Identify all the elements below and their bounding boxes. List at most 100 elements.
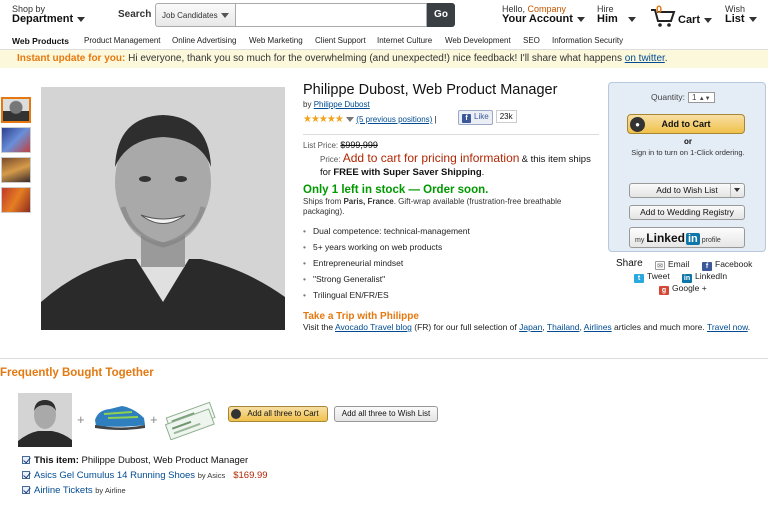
list-price-label: List Price: xyxy=(303,141,339,150)
price-label: Price: xyxy=(320,155,341,164)
nav-item-internet-culture[interactable]: Internet Culture xyxy=(377,36,432,45)
nav-item-client-support[interactable]: Client Support xyxy=(315,36,366,45)
japan-link[interactable]: Japan xyxy=(519,322,542,332)
reviews-link[interactable]: (5 previous positions) xyxy=(356,115,432,124)
like-label: Like xyxy=(474,112,489,121)
running-shoe-image[interactable] xyxy=(92,398,148,432)
author-link[interactable]: Philippe Dubost xyxy=(314,100,370,109)
go-button[interactable]: Go xyxy=(427,3,455,27)
travel-now-link[interactable]: Travel now xyxy=(707,322,748,332)
google-plus-icon: g xyxy=(659,286,669,295)
item-checkbox[interactable] xyxy=(22,456,30,464)
share-email[interactable]: ✉ Email xyxy=(655,259,689,270)
shop-by-department-menu[interactable]: Shop by Department xyxy=(12,4,86,25)
add-to-wish-list-button[interactable]: Add to Wish List xyxy=(629,183,745,198)
add-to-wedding-registry-button[interactable]: Add to Wedding Registry xyxy=(629,205,745,220)
banner-prefix: Instant update for you: xyxy=(17,53,126,64)
stock-status: Only 1 left in stock — Order soon. xyxy=(303,184,489,196)
facebook-icon: f xyxy=(462,114,471,123)
one-click-signin-text[interactable]: Sign in to turn on 1-Click ordering. xyxy=(609,148,767,157)
nav-item-online-advertising[interactable]: Online Advertising xyxy=(172,36,236,45)
hire-him-menu[interactable]: Hire Him xyxy=(597,4,636,25)
list-item: "Strong Generalist" xyxy=(303,274,599,284)
star-rating-icon[interactable]: ★★★★★ xyxy=(303,114,344,125)
or-label: or xyxy=(684,137,692,146)
nav-item-seo[interactable]: SEO xyxy=(523,36,540,45)
email-label: Email xyxy=(668,259,690,269)
search-category-value: Job Candidates xyxy=(162,11,218,20)
add-to-cart-label: Add to Cart xyxy=(661,119,711,129)
thumbnail-blue-photo[interactable] xyxy=(1,127,31,153)
thumbnail-street-photo[interactable] xyxy=(1,157,31,183)
trip-text: Visit the Avocado Travel blog (FR) for o… xyxy=(303,322,758,332)
list-item: Dual competence: technical-management xyxy=(303,226,599,236)
cart-label: Cart xyxy=(678,14,701,26)
nav-item-information-security[interactable]: Information Security xyxy=(552,36,623,45)
like-count: 23k xyxy=(495,110,517,123)
list-price-value: $999,999 xyxy=(340,140,378,150)
thumbnail-red-photo[interactable] xyxy=(1,187,31,213)
item-checkbox[interactable] xyxy=(22,486,30,494)
share-linkedin[interactable]: in LinkedIn xyxy=(682,271,727,283)
plus-sign: + xyxy=(77,412,85,427)
quantity-select[interactable]: 1 ▲▼ xyxy=(688,92,715,103)
nav-item-product-management[interactable]: Product Management xyxy=(84,36,161,45)
trip-mid: (FR) for our full selection of xyxy=(414,322,517,332)
fbt-item-list: This item: Philippe Dubost, Web Product … xyxy=(22,455,268,500)
list-item: 5+ years working on web products xyxy=(303,242,599,252)
fbt-portrait-image[interactable] xyxy=(18,393,72,447)
item-checkbox[interactable] xyxy=(22,471,30,479)
top-header: Shop by Department Search Job Candidates… xyxy=(0,0,768,32)
category-nav: Web Products Product Management Online A… xyxy=(0,32,768,50)
share-twitter[interactable]: t Tweet xyxy=(634,271,670,283)
add-to-cart-button[interactable]: ● Add to Cart xyxy=(627,114,745,134)
search-category-select[interactable]: Job Candidates xyxy=(155,3,235,27)
plus-sign: + xyxy=(150,412,158,427)
nav-item-web-marketing[interactable]: Web Marketing xyxy=(249,36,303,45)
banner-text: Hi everyone, thank you so much for the o… xyxy=(128,53,622,64)
list-label: List xyxy=(725,13,745,25)
nav-item-web-products[interactable]: Web Products xyxy=(12,36,69,46)
by-label: by xyxy=(303,100,312,109)
linkedin-my: my xyxy=(635,237,645,244)
thumbnail-portrait[interactable] xyxy=(1,97,31,123)
avocado-blog-link[interactable]: Avocado Travel blog xyxy=(335,322,412,332)
linkedin-profile-label: profile xyxy=(701,237,721,244)
add-all-to-wish-list-button[interactable]: Add all three to Wish List xyxy=(334,406,438,422)
trip-end: articles and much more. xyxy=(614,322,705,332)
search-input[interactable] xyxy=(235,3,427,27)
chevron-down-icon xyxy=(704,17,713,23)
wish-list-menu[interactable]: Wish List xyxy=(725,4,757,25)
trip-visit: Visit the xyxy=(303,322,334,332)
chevron-down-icon xyxy=(576,16,585,22)
linkedin-word: Linked xyxy=(646,231,685,245)
add-all-to-cart-button[interactable]: Add all three to Cart xyxy=(228,406,328,422)
facebook-icon: f xyxy=(702,262,712,271)
share-facebook[interactable]: f Facebook xyxy=(702,259,752,271)
facebook-like-button[interactable]: f Like xyxy=(458,110,493,125)
list-item: Airline Tickets by Airline xyxy=(22,485,268,500)
cart-icon xyxy=(231,409,241,419)
share-google[interactable]: g Google + xyxy=(659,283,707,295)
portrait-image xyxy=(18,393,72,447)
free-shipping-text: FREE with Super Saver Shipping xyxy=(333,167,482,178)
rating-row: ★★★★★ (5 previous positions) | f Like 23k xyxy=(303,110,599,128)
ships-from-text: Ships from Paris, France. Gift-wrap avai… xyxy=(303,197,599,217)
list-item: Asics Gel Cumulus 14 Running Shoes by As… xyxy=(22,470,268,485)
ships-from-prefix: Ships from xyxy=(303,197,342,206)
item-link[interactable]: Airline Tickets xyxy=(34,485,93,496)
nav-item-web-development[interactable]: Web Development xyxy=(445,36,511,45)
chevron-down-icon[interactable] xyxy=(346,117,355,123)
twitter-link[interactable]: on twitter xyxy=(625,53,665,64)
linkedin-label: LinkedIn xyxy=(695,271,728,281)
airlines-link[interactable]: Airlines xyxy=(584,322,612,332)
divider xyxy=(303,134,599,135)
your-account-menu[interactable]: Hello, Company Your Account xyxy=(502,4,585,25)
thailand-link[interactable]: Thailand xyxy=(547,322,580,332)
linkedin-icon: in xyxy=(682,274,692,283)
linkedin-profile-button[interactable]: my Linked in profile xyxy=(629,227,745,248)
item-link[interactable]: Asics Gel Cumulus 14 Running Shoes xyxy=(34,470,195,481)
google-label: Google + xyxy=(672,283,707,293)
airline-tickets-image[interactable] xyxy=(162,398,218,440)
chevron-down-icon[interactable] xyxy=(730,184,744,197)
